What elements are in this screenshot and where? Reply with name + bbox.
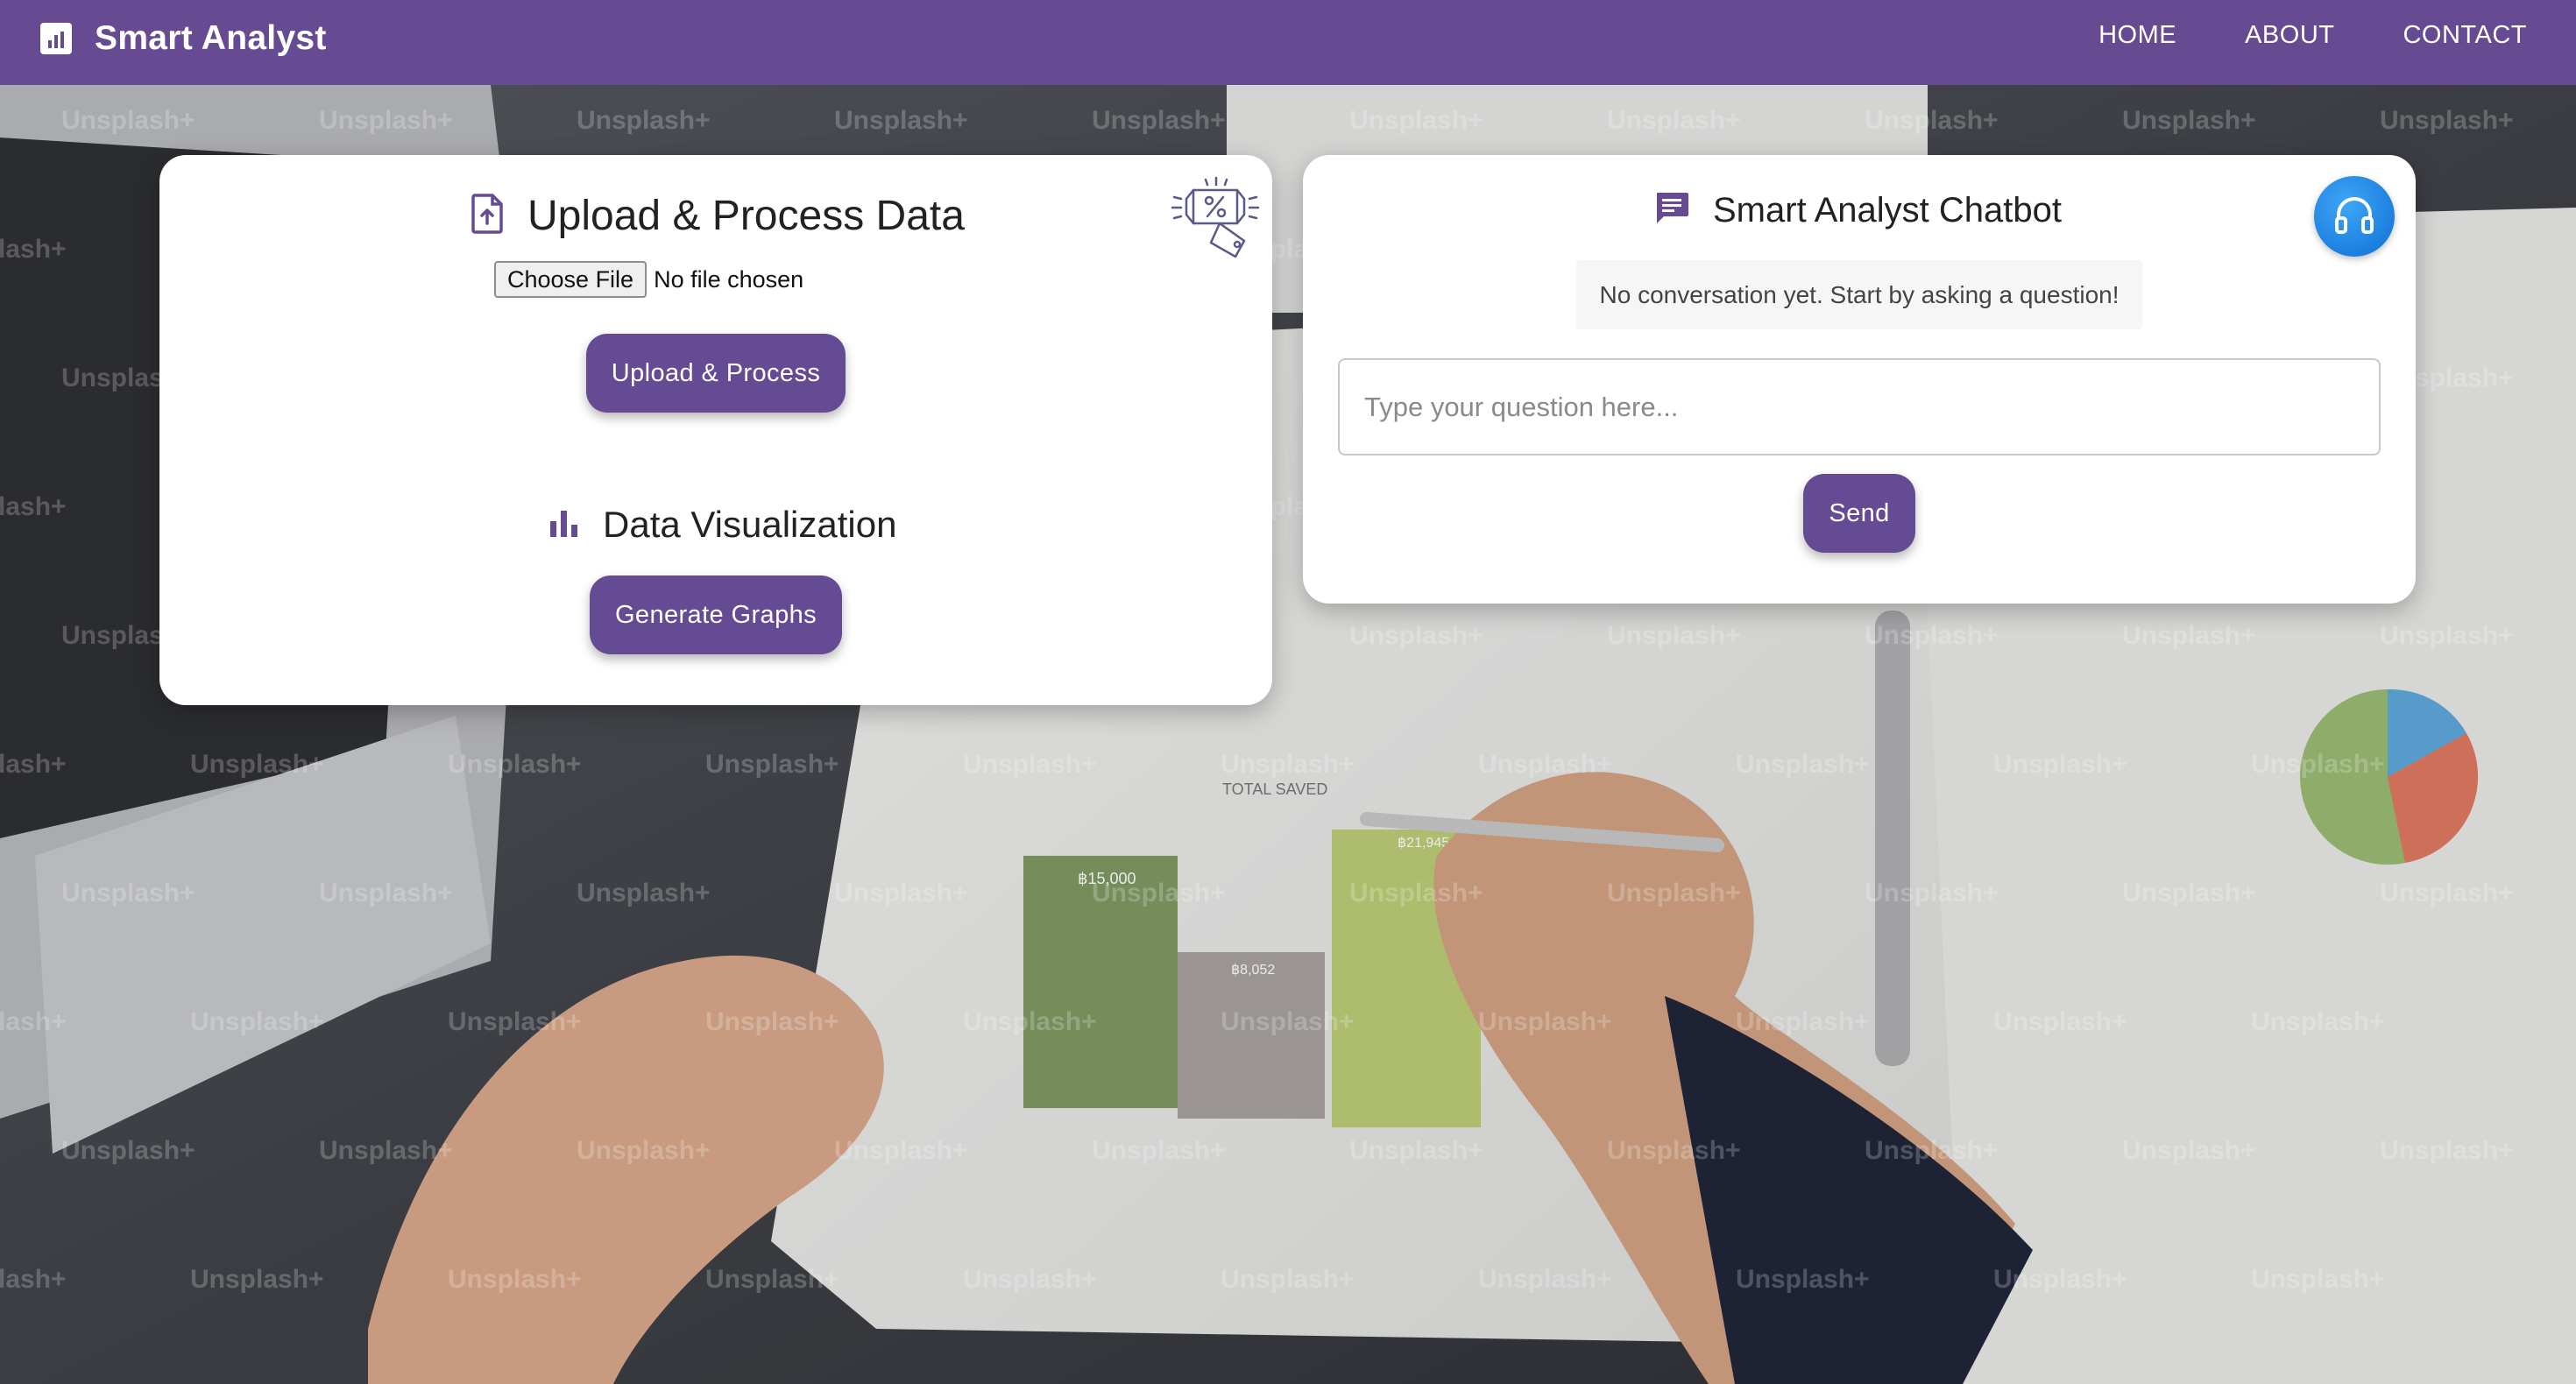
headset-icon[interactable] — [2314, 176, 2395, 257]
watermark-text: Unsplash+ — [1092, 1136, 1226, 1165]
watermark-text: Unsplash+ — [1865, 106, 1999, 135]
watermark-text: Unsplash+ — [1221, 1007, 1355, 1036]
watermark-text: Unsplash+ — [963, 750, 1097, 779]
watermark-text: Unsplash+ — [2380, 106, 2514, 135]
watermark-text: Unsplash+ — [1607, 621, 1741, 650]
upload-card: Upload & Process Data Choose File No fil… — [159, 155, 1272, 705]
watermark-text: Unsplash+ — [448, 750, 582, 779]
watermark-text: Unsplash+ — [963, 1265, 1097, 1294]
watermark-text: Unsplash+ — [448, 1265, 582, 1294]
watermark-text: Unsplash+ — [0, 235, 67, 264]
watermark-text: Unsplash+ — [0, 492, 67, 521]
watermark-text: Unsplash+ — [319, 1136, 453, 1165]
file-upload-icon — [471, 194, 505, 238]
watermark-text: Unsplash+ — [1993, 750, 2127, 779]
watermark-text: Unsplash+ — [190, 1007, 324, 1036]
nav-link-about[interactable]: ABOUT — [2245, 18, 2334, 53]
watermark-text: Unsplash+ — [834, 879, 968, 907]
choose-file-button[interactable]: Choose File — [494, 261, 648, 298]
watermark-text: Unsplash+ — [0, 750, 67, 779]
chatbot-title-row: Smart Analyst Chatbot — [1653, 190, 2062, 231]
chatbot-title: Smart Analyst Chatbot — [1713, 191, 2062, 229]
nav-link-home[interactable]: HOME — [2098, 18, 2176, 53]
watermark-text: Unsplash+ — [1349, 879, 1483, 907]
watermark-text: Unsplash+ — [319, 879, 453, 907]
watermark-text: Unsplash+ — [2251, 1265, 2385, 1294]
conversation-empty-message: No conversation yet. Start by asking a q… — [1576, 260, 2142, 329]
watermark-text: Unsplash+ — [190, 750, 324, 779]
watermark-text: Unsplash+ — [963, 1007, 1097, 1036]
watermark-text: Unsplash+ — [1349, 1136, 1483, 1165]
upload-title-row: Upload & Process Data — [471, 192, 965, 240]
watermark-text: Unsplash+ — [1092, 106, 1226, 135]
watermark-text: Unsplash+ — [0, 1007, 67, 1036]
visualization-title: Data Visualization — [603, 504, 897, 545]
watermark-text: Unsplash+ — [2380, 621, 2514, 650]
watermark-text: Unsplash+ — [834, 106, 968, 135]
discount-tag-icon — [1171, 176, 1260, 258]
watermark-text: Unsplash+ — [1092, 879, 1226, 907]
watermark-text: Unsplash+ — [190, 1265, 324, 1294]
send-button[interactable]: Send — [1803, 474, 1915, 553]
watermark-text: Unsplash+ — [2251, 1007, 2385, 1036]
watermark-text: Unsplash+ — [2122, 621, 2256, 650]
watermark-text: Unsplash+ — [1478, 1007, 1612, 1036]
upload-title: Upload & Process Data — [527, 193, 965, 239]
watermark-text: Unsplash+ — [1607, 106, 1741, 135]
watermark-text: Unsplash+ — [2122, 1136, 2256, 1165]
watermark-text: Unsplash+ — [2380, 1136, 2514, 1165]
watermark-text: Unsplash+ — [1736, 750, 1870, 779]
watermark-text: Unsplash+ — [1736, 1265, 1870, 1294]
watermark-text: Unsplash+ — [0, 1265, 67, 1294]
question-input[interactable] — [1338, 358, 2381, 455]
watermark-text: Unsplash+ — [705, 1007, 839, 1036]
watermark-text: Unsplash+ — [1993, 1007, 2127, 1036]
watermark-text: Unsplash+ — [61, 1136, 195, 1165]
watermark-text: Unsplash+ — [2122, 106, 2256, 135]
watermark-text: Unsplash+ — [448, 1007, 582, 1036]
watermark-text: Unsplash+ — [319, 106, 453, 135]
watermark-text: Unsplash+ — [834, 1136, 968, 1165]
top-navbar: Smart Analyst HOME ABOUT CONTACT — [0, 0, 2576, 85]
watermark-text: Unsplash+ — [1478, 1265, 1612, 1294]
upload-process-button[interactable]: Upload & Process — [586, 334, 846, 413]
nav-links: HOME ABOUT CONTACT — [2098, 18, 2527, 53]
watermark-text: Unsplash+ — [2251, 750, 2385, 779]
bar-chart-icon — [548, 507, 580, 543]
bar-chart-icon — [40, 23, 72, 54]
chatbot-card: Smart Analyst Chatbot No conversation ye… — [1303, 155, 2416, 604]
watermark-text: Unsplash+ — [1221, 750, 1355, 779]
file-status-text: No file chosen — [654, 265, 804, 293]
watermark-text: Unsplash+ — [1607, 879, 1741, 907]
watermark-text: Unsplash+ — [1478, 750, 1612, 779]
watermark-text: Unsplash+ — [1607, 1136, 1741, 1165]
watermark-text: Unsplash+ — [1993, 1265, 2127, 1294]
file-picker: Choose File No file chosen — [494, 261, 803, 298]
watermark-text: Unsplash+ — [705, 750, 839, 779]
watermark-text: Unsplash+ — [61, 879, 195, 907]
watermark-text: Unsplash+ — [577, 1136, 711, 1165]
watermark-text: Unsplash+ — [1865, 879, 1999, 907]
generate-graphs-button[interactable]: Generate Graphs — [590, 575, 842, 654]
watermark-text: Unsplash+ — [577, 106, 711, 135]
watermark-text: Unsplash+ — [61, 106, 195, 135]
watermark-text: Unsplash+ — [2122, 879, 2256, 907]
brand[interactable]: Smart Analyst — [39, 12, 327, 65]
brand-name: Smart Analyst — [95, 19, 327, 57]
visualization-title-row: Data Visualization — [548, 504, 896, 546]
watermark-text: Unsplash+ — [1865, 1136, 1999, 1165]
watermark-text: Unsplash+ — [2380, 879, 2514, 907]
watermark-text: Unsplash+ — [1736, 1007, 1870, 1036]
watermark-text: Unsplash+ — [1865, 621, 1999, 650]
watermark-text: Unsplash+ — [705, 1265, 839, 1294]
watermark-text: Unsplash+ — [1349, 621, 1483, 650]
chat-bubble-icon — [1653, 190, 1690, 231]
watermark-text: Unsplash+ — [577, 879, 711, 907]
nav-link-contact[interactable]: CONTACT — [2403, 18, 2527, 53]
watermark-text: Unsplash+ — [1349, 106, 1483, 135]
watermark-text: Unsplash+ — [1221, 1265, 1355, 1294]
